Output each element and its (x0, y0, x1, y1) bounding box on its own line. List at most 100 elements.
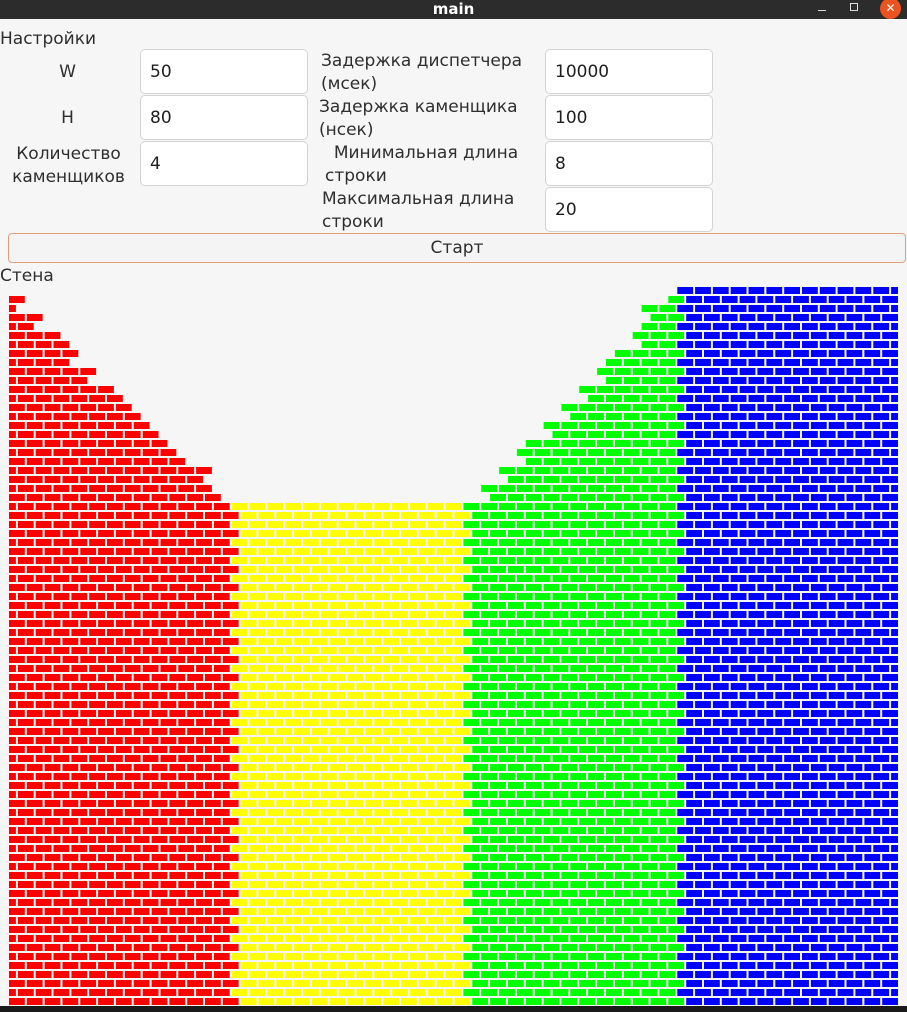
brick (196, 485, 212, 492)
brick (641, 899, 658, 906)
brick (35, 485, 52, 492)
brick (650, 332, 667, 339)
brick (873, 737, 890, 744)
brick (222, 890, 239, 897)
brick (802, 323, 818, 330)
brick (124, 683, 141, 690)
brick (819, 395, 836, 402)
brick (508, 854, 524, 861)
brick (775, 404, 792, 411)
brick (508, 710, 524, 717)
brick (160, 467, 177, 474)
brick (623, 809, 640, 816)
brick (160, 629, 177, 636)
brick (757, 980, 774, 987)
brick (410, 845, 426, 852)
brick (632, 476, 649, 483)
masons-count-label-line2: каменщиков (12, 167, 125, 187)
brick (472, 656, 489, 663)
brick (561, 494, 578, 501)
brick (659, 845, 676, 852)
brick (71, 485, 88, 492)
brick (570, 881, 587, 888)
brick (828, 692, 845, 699)
masons-count-input[interactable] (140, 141, 308, 186)
brick (142, 989, 159, 996)
h-input[interactable] (140, 95, 308, 140)
brick (133, 422, 150, 429)
brick (704, 386, 720, 393)
brick (641, 647, 658, 654)
brick (730, 287, 747, 294)
brick (543, 440, 560, 447)
mason-delay-input[interactable] (545, 95, 713, 140)
brick (356, 755, 373, 762)
brick (142, 611, 159, 618)
brick (882, 602, 898, 609)
brick (606, 845, 622, 852)
brick (320, 719, 337, 726)
brick (196, 719, 212, 726)
start-button[interactable]: Старт (8, 233, 906, 263)
minimize-icon[interactable] (817, 0, 829, 19)
min-length-input[interactable] (545, 141, 713, 186)
brick (142, 683, 159, 690)
brick (258, 764, 275, 771)
brick (151, 440, 168, 447)
brick (436, 818, 453, 825)
brick (695, 395, 711, 402)
brick (614, 926, 631, 933)
brick (614, 782, 631, 789)
brick (828, 962, 845, 969)
window-title: main (432, 0, 475, 18)
brick (445, 575, 462, 582)
brick (205, 674, 221, 681)
maximize-icon[interactable] (848, 0, 862, 19)
brick (151, 728, 168, 735)
brick (499, 773, 515, 780)
brick (454, 854, 471, 861)
brick (142, 593, 159, 600)
brick (240, 602, 257, 609)
brick (793, 746, 809, 753)
brick (508, 494, 524, 501)
w-input[interactable] (140, 49, 308, 94)
brick (98, 710, 114, 717)
brick (89, 611, 105, 618)
brick (320, 593, 337, 600)
brick (490, 548, 506, 555)
brick (9, 656, 25, 663)
brick (205, 998, 221, 1005)
brick (62, 980, 79, 987)
brick (35, 881, 52, 888)
brick (802, 395, 818, 402)
brick (775, 836, 792, 843)
brick (891, 323, 898, 330)
brick (347, 710, 364, 717)
brick (873, 719, 890, 726)
brick (115, 800, 132, 807)
brick (784, 449, 800, 456)
brick (267, 989, 284, 996)
brick (356, 917, 373, 924)
brick (418, 872, 435, 879)
brick (712, 503, 729, 510)
brick (151, 800, 168, 807)
brick (668, 998, 685, 1005)
brick (356, 845, 373, 852)
brick (837, 521, 854, 528)
brick (810, 980, 827, 987)
dispatcher-delay-input[interactable] (545, 49, 713, 94)
max-length-input[interactable] (545, 187, 713, 232)
brick (748, 305, 765, 312)
brick (641, 701, 658, 708)
brick (606, 989, 622, 996)
brick (9, 818, 25, 825)
brick (757, 944, 774, 951)
brick (249, 809, 266, 816)
brick (748, 557, 765, 564)
brick (258, 836, 275, 843)
brick (597, 926, 613, 933)
brick (383, 944, 399, 951)
brick (9, 764, 25, 771)
